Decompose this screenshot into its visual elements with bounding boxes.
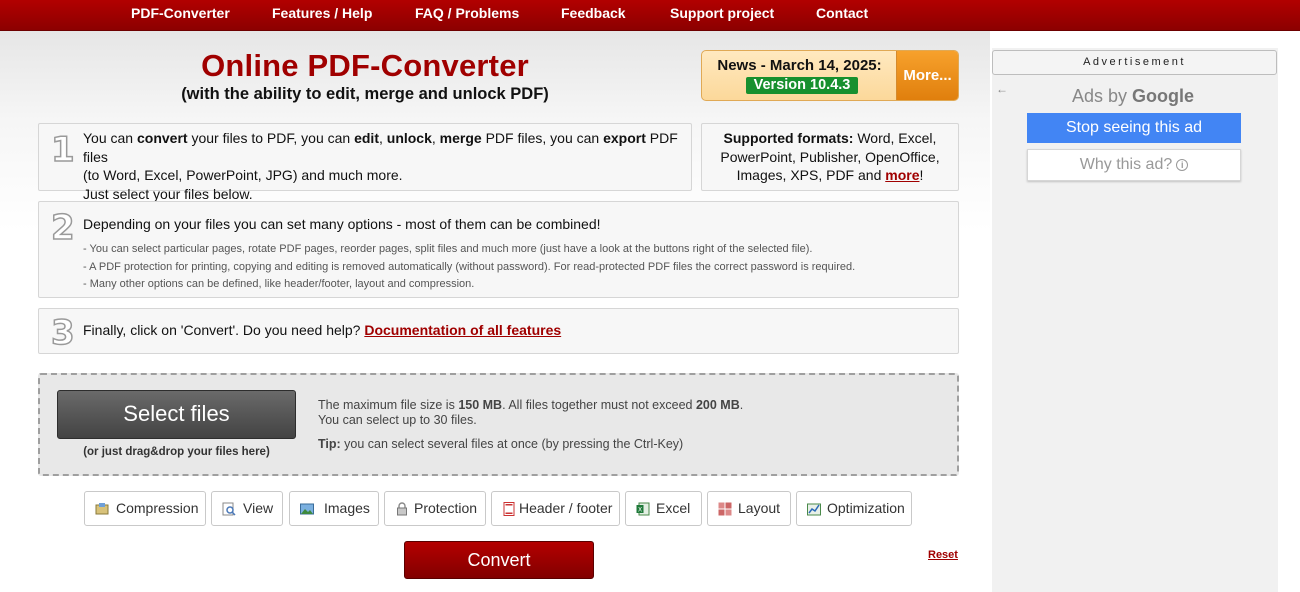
supported-formats-text: Supported formats: Word, Excel, PowerPoi… [720,130,940,183]
compression-icon [95,503,109,515]
nav-contact[interactable]: Contact [816,5,868,21]
nav-features-help[interactable]: Features / Help [272,5,372,21]
svg-text:X: X [638,507,642,514]
news-box: News - March 14, 2025: Version 10.4.3 Mo… [701,50,959,101]
lock-icon [397,502,407,516]
step-2-notes: - You can select particular pages, rotat… [83,243,856,290]
drag-drop-hint: (or just drag&drop your files here) [83,446,270,458]
step-number-1: 1 [50,130,75,170]
images-icon [300,503,314,515]
ads-by-google: Ads by Google [1071,86,1195,106]
nav-feedback[interactable]: Feedback [561,5,626,21]
option-view-button[interactable]: View [211,491,283,526]
step-3-box: 3 Finally, click on 'Convert'. Do you ne… [38,308,959,354]
option-excel-button[interactable]: X Excel [625,491,702,526]
option-protection-button[interactable]: Protection [384,491,486,526]
why-this-ad-button[interactable]: Why this ad? i [1027,149,1241,181]
option-optimization-button[interactable]: Optimization [796,491,912,526]
more-formats-link[interactable]: more [885,167,919,183]
nav-faq-problems[interactable]: FAQ / Problems [415,5,519,21]
step-2-box: 2 Depending on your files you can set ma… [38,201,959,298]
page-icon [503,502,515,516]
file-drop-zone[interactable]: Select files (or just drag&drop your fil… [38,373,959,476]
chart-icon [807,503,821,516]
documentation-link[interactable]: Documentation of all features [364,322,561,338]
reset-link[interactable]: Reset [928,549,958,561]
convert-button[interactable]: Convert [404,541,594,579]
option-header-footer-button[interactable]: Header / footer [491,491,620,526]
nav-support-project[interactable]: Support project [670,5,774,21]
page-title: Online PDF-Converter [201,48,529,83]
file-limits-text: The maximum file size is 150 MB. All fil… [318,398,744,427]
step-3-text: Finally, click on 'Convert'. Do you need… [83,322,562,338]
excel-icon: X [636,502,650,516]
step-1-box: 1 You can convert your files to PDF, you… [38,123,692,202]
nav-pdf-converter[interactable]: PDF-Converter [131,5,230,21]
tip-text: Tip: you can select several files at onc… [318,437,684,451]
supported-formats-box: Supported formats: Word, Excel, PowerPoi… [701,123,959,191]
step-2-text: Depending on your files you can set many… [83,216,601,232]
select-files-button[interactable]: Select files [57,390,296,439]
info-icon: i [1176,159,1189,171]
step-1-text: You can convert your files to PDF, you c… [83,130,678,202]
advertisement-label: Advertisement [992,50,1277,75]
stop-seeing-ad-button[interactable]: Stop seeing this ad [1027,113,1241,143]
top-navigation: PDF-Converter Features / Help FAQ / Prob… [0,0,1300,31]
step-number-2: 2 [50,208,75,248]
view-icon [222,502,236,516]
news-title: News - March 14, 2025: [717,57,882,74]
option-layout-button[interactable]: Layout [707,491,791,526]
version-badge: Version 10.4.3 [746,77,858,94]
page-subtitle: (with the ability to edit, merge and unl… [181,85,549,103]
step-number-3: 3 [50,313,75,353]
option-compression-button[interactable]: Compression [84,491,206,526]
layout-icon [718,502,732,516]
news-more-button[interactable]: More... [896,51,958,100]
option-images-button[interactable]: Images [289,491,379,526]
